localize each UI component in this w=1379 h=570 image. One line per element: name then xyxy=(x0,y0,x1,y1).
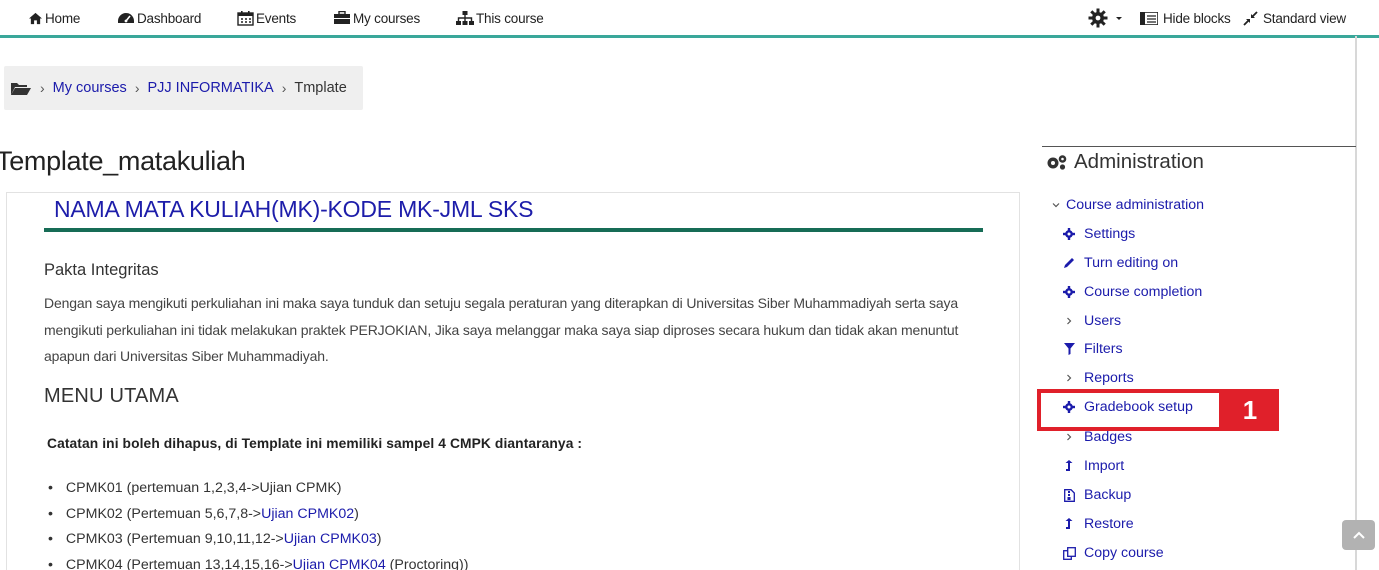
calendar-icon xyxy=(237,10,254,26)
breadcrumb-my-courses[interactable]: My courses xyxy=(53,80,127,96)
reports-toggle[interactable]: Reports xyxy=(1062,368,1134,388)
admin-title-text: Administration xyxy=(1074,150,1204,173)
turn-editing-on-link[interactable]: Turn editing on xyxy=(1062,253,1178,273)
backup-link[interactable]: Backup xyxy=(1062,485,1131,505)
admin-block-border xyxy=(1042,146,1356,147)
gear-icon xyxy=(1088,8,1108,28)
cpmk-text: CPMK03 (Pertemuan 9,10,11,12-> xyxy=(65,531,284,547)
cogs-icon xyxy=(1047,155,1067,170)
filter-icon xyxy=(1062,343,1076,355)
nav-this-course-label: This course xyxy=(476,10,544,26)
copy-course-label: Copy course xyxy=(1084,545,1164,561)
level-up-icon xyxy=(1062,460,1076,472)
list-item: CPMK01 (pertemuan 1,2,3,4->Ujian CPMK) xyxy=(48,477,469,503)
cpmk-text-suffix: ) xyxy=(376,531,382,547)
course-completion-label: Course completion xyxy=(1084,284,1203,300)
compress-icon xyxy=(1243,10,1258,26)
filters-link[interactable]: Filters xyxy=(1062,339,1123,359)
nav-my-courses-label: My courses xyxy=(353,10,421,26)
level-up-icon xyxy=(1062,518,1076,530)
settings-menu[interactable] xyxy=(1088,8,1126,28)
course-heading: NAMA MATA KULIAH(MK)-KODE MK-JML SKS xyxy=(54,196,534,222)
course-administration-label: Course administration xyxy=(1066,197,1204,213)
copy-icon xyxy=(1062,546,1076,560)
cpmk-text-suffix: ) xyxy=(354,505,359,522)
dashboard-icon xyxy=(118,13,134,23)
list-item: CPMK04 (Pertemuan 13,14,15,16->Ujian CPM… xyxy=(48,554,469,570)
breadcrumb-separator: › xyxy=(134,80,140,96)
standard-view-button[interactable]: Standard view xyxy=(1243,8,1346,28)
caret-down-icon xyxy=(1116,17,1122,20)
nav-dashboard[interactable]: Dashboard xyxy=(117,8,201,28)
cpmk-text: CPMK02 (Pertemuan 5,6,7,8-> xyxy=(65,505,262,522)
pencil-icon xyxy=(1062,257,1076,269)
chevron-down-icon xyxy=(1052,201,1060,209)
gear-icon xyxy=(1062,286,1076,298)
chevron-right-icon xyxy=(1062,433,1076,441)
filters-label: Filters xyxy=(1084,341,1123,357)
copy-course-link[interactable]: Copy course xyxy=(1062,543,1164,563)
pakta-text: Dengan saya mengikuti perkuliahan ini ma… xyxy=(44,295,959,364)
admin-settings-label: Settings xyxy=(1084,226,1136,242)
scroll-to-top-button[interactable] xyxy=(1342,520,1375,550)
breadcrumb-current[interactable]: Tmplate xyxy=(294,80,346,96)
file-archive-icon xyxy=(1062,488,1076,502)
chevron-right-icon xyxy=(1062,374,1076,382)
nav-events-label: Events xyxy=(256,10,297,26)
list-item: CPMK03 (Pertemuan 9,10,11,12->Ujian CPMK… xyxy=(48,528,469,554)
ujian-cpmk03-link[interactable]: Ujian CPMK03 xyxy=(284,531,377,547)
briefcase-icon xyxy=(334,11,350,24)
cpmk-text-suffix: (Proctoring)) xyxy=(385,556,469,570)
nav-this-course[interactable]: This course xyxy=(456,8,544,28)
home-icon xyxy=(29,12,42,24)
gradebook-highlight xyxy=(1037,389,1223,431)
list-item: CPMK02 (Pertemuan 5,6,7,8->Ujian CPMK02) xyxy=(48,503,469,529)
step-number-badge: 1 xyxy=(1221,389,1279,431)
admin-block-title: Administration xyxy=(1046,150,1204,174)
top-navbar: Home Dashboard Events My courses This co… xyxy=(0,0,1379,38)
breadcrumb-separator: › xyxy=(40,80,45,96)
template-note: Catatan ini boleh dihapus, di Template i… xyxy=(47,436,583,451)
restore-label: Restore xyxy=(1084,516,1134,532)
nav-home[interactable]: Home xyxy=(28,8,80,28)
badges-label: Badges xyxy=(1084,429,1133,445)
course-completion-link[interactable]: Course completion xyxy=(1062,282,1202,302)
nav-dashboard-label: Dashboard xyxy=(137,10,202,26)
chevron-right-icon xyxy=(1062,317,1076,325)
cpmk-list: CPMK01 (pertemuan 1,2,3,4->Ujian CPMK) C… xyxy=(48,477,469,570)
menu-heading: MENU UTAMA xyxy=(44,385,179,407)
page-title: Template_matakuliah xyxy=(0,146,246,176)
nav-my-courses[interactable]: My courses xyxy=(333,8,420,28)
chevron-up-icon xyxy=(1352,531,1365,539)
page-scroll-divider xyxy=(1355,36,1357,570)
import-link[interactable]: Import xyxy=(1062,456,1124,476)
breadcrumb-separator: › xyxy=(281,80,287,96)
pakta-heading: Pakta Integritas xyxy=(44,261,159,279)
restore-link[interactable]: Restore xyxy=(1062,514,1134,534)
standard-view-label: Standard view xyxy=(1263,10,1346,26)
breadcrumb-pjj-informatika[interactable]: PJJ INFORMATIKA xyxy=(147,80,273,96)
import-label: Import xyxy=(1084,458,1125,474)
course-administration-toggle[interactable]: Course administration xyxy=(1052,195,1204,215)
users-toggle[interactable]: Users xyxy=(1062,311,1121,331)
nav-events[interactable]: Events xyxy=(237,8,296,28)
folder-open-icon xyxy=(11,82,31,95)
reports-label: Reports xyxy=(1084,370,1134,386)
nav-home-label: Home xyxy=(45,10,81,26)
breadcrumb: › My courses › PJJ INFORMATIKA › Tmplate xyxy=(4,66,363,110)
backup-label: Backup xyxy=(1084,487,1132,503)
admin-settings-link[interactable]: Settings xyxy=(1062,224,1135,244)
gear-icon xyxy=(1062,228,1076,240)
hide-blocks-label: Hide blocks xyxy=(1163,10,1231,26)
ujian-cpmk04-link[interactable]: Ujian CPMK04 xyxy=(293,557,386,570)
ujian-cpmk02-link[interactable]: Ujian CPMK02 xyxy=(261,506,354,522)
heading-rule xyxy=(44,228,983,232)
hide-blocks-button[interactable]: Hide blocks xyxy=(1140,8,1231,28)
cpmk-text: CPMK04 (Pertemuan 13,14,15,16-> xyxy=(65,556,293,570)
list-icon xyxy=(1140,11,1158,25)
cpmk-text: CPMK01 (pertemuan 1,2,3,4->Ujian CPMK) xyxy=(65,480,342,496)
users-label: Users xyxy=(1084,313,1122,329)
sitemap-icon xyxy=(456,10,474,25)
turn-editing-on-label: Turn editing on xyxy=(1084,255,1179,271)
